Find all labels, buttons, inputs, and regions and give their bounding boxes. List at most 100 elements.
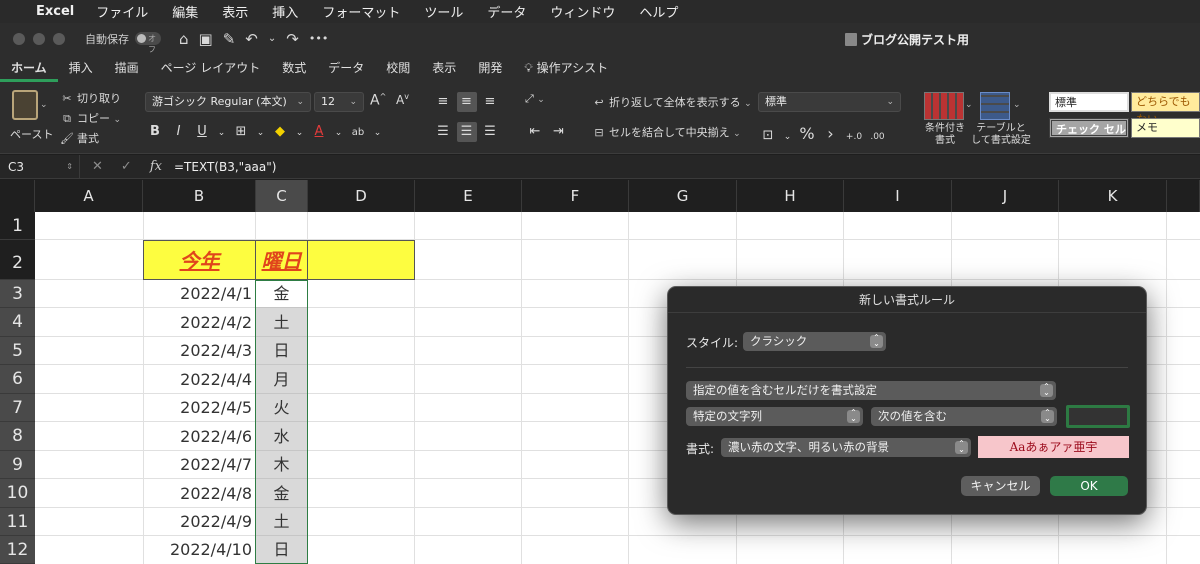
- tab-developer[interactable]: 開発: [467, 54, 513, 82]
- row-header-11[interactable]: 11: [0, 508, 35, 536]
- format-as-table-button[interactable]: テーブルと して書式設定: [970, 123, 1032, 147]
- menu-view[interactable]: 表示: [222, 2, 248, 21]
- style-select[interactable]: クラシック ⌃ ⌄: [743, 332, 886, 351]
- name-box[interactable]: C3 ⇕: [0, 154, 80, 179]
- condition-value-input[interactable]: [1066, 405, 1130, 428]
- phonetic-options-chevron[interactable]: ⌄: [372, 123, 384, 143]
- date-cell[interactable]: 2022/4/5: [143, 394, 255, 422]
- style-neutral[interactable]: どちらでもない: [1131, 92, 1200, 126]
- tab-tell-me[interactable]: 💡︎ 操作アシスト: [513, 54, 619, 82]
- date-cell[interactable]: 2022/4/8: [143, 479, 255, 508]
- column-header-j[interactable]: J: [952, 180, 1059, 212]
- rule-type-select[interactable]: 指定の値を含むセルだけを書式設定 ⌃ ⌄: [686, 381, 1056, 400]
- day-cell[interactable]: 金: [256, 479, 307, 508]
- wrap-text-button[interactable]: ↩ 折り返して全体を表示する ⌄: [592, 94, 751, 110]
- style-memo[interactable]: メモ: [1131, 118, 1200, 138]
- row-header-3[interactable]: 3: [0, 280, 35, 308]
- column-header-h[interactable]: H: [737, 180, 844, 212]
- date-cell[interactable]: 2022/4/7: [143, 451, 255, 479]
- cancel-button[interactable]: キャンセル: [961, 476, 1040, 496]
- format-select[interactable]: 濃い赤の文字、明るい赤の背景 ⌃ ⌄: [721, 438, 971, 457]
- condition-operator-select[interactable]: 次の値を含む ⌃ ⌄: [871, 407, 1057, 426]
- conditional-format-icon[interactable]: [924, 92, 964, 120]
- column-header-b[interactable]: B: [143, 180, 256, 212]
- zoom-window-button[interactable]: [53, 32, 65, 45]
- home-icon[interactable]: ⌂: [179, 30, 189, 48]
- date-cell[interactable]: 2022/4/3: [143, 337, 255, 365]
- align-top-icon[interactable]: ≡: [433, 92, 453, 112]
- chevron-down-icon[interactable]: ⌄: [268, 30, 276, 48]
- cell-c2-header-day[interactable]: 曜日: [255, 240, 308, 280]
- menu-file[interactable]: ファイル: [96, 2, 148, 21]
- align-left-icon[interactable]: ☰: [433, 122, 453, 142]
- paste-options-chevron[interactable]: ⌄: [40, 100, 48, 110]
- style-check-cell[interactable]: チェック セル: [1049, 118, 1129, 138]
- column-header-c[interactable]: C: [256, 180, 308, 212]
- insert-function-icon[interactable]: fx: [150, 159, 162, 174]
- autosave-toggle[interactable]: オフ: [135, 32, 161, 54]
- column-header-g[interactable]: G: [629, 180, 737, 212]
- condition-type-select[interactable]: 特定の文字列 ⌃ ⌄: [686, 407, 863, 426]
- row-header-9[interactable]: 9: [0, 451, 35, 479]
- date-cell[interactable]: 2022/4/1: [143, 280, 255, 308]
- row-header-8[interactable]: 8: [0, 422, 35, 451]
- day-cell[interactable]: 土: [256, 308, 307, 337]
- font-name-select[interactable]: 游ゴシック Regular (本文) ⌄: [145, 92, 311, 112]
- day-cell[interactable]: 土: [256, 508, 307, 536]
- day-cell[interactable]: 日: [256, 536, 307, 564]
- borders-options-chevron[interactable]: ⌄: [255, 123, 267, 143]
- tab-review[interactable]: 校閲: [375, 54, 421, 82]
- font-size-select[interactable]: 12 ⌄: [314, 92, 364, 112]
- day-cell[interactable]: 木: [256, 451, 307, 479]
- percent-style-icon[interactable]: %: [797, 124, 817, 144]
- table-format-icon[interactable]: [980, 92, 1010, 120]
- menu-edit[interactable]: 編集: [172, 2, 198, 21]
- column-header-e[interactable]: E: [415, 180, 522, 212]
- menu-app-name[interactable]: Excel: [36, 4, 74, 19]
- align-middle-icon[interactable]: ≡: [456, 92, 477, 112]
- menu-help[interactable]: ヘルプ: [639, 2, 678, 21]
- underline-button[interactable]: U: [192, 122, 212, 142]
- tab-view[interactable]: 表示: [421, 54, 467, 82]
- row-header-12[interactable]: 12: [0, 536, 35, 564]
- date-cell[interactable]: 2022/4/2: [143, 308, 255, 337]
- underline-options-chevron[interactable]: ⌄: [216, 123, 228, 143]
- column-header-i[interactable]: I: [844, 180, 952, 212]
- comma-style-icon[interactable]: ›: [821, 124, 841, 144]
- day-cell[interactable]: 水: [256, 422, 307, 451]
- decrease-indent-icon[interactable]: ⇤: [525, 122, 545, 142]
- tab-formulas[interactable]: 数式: [271, 54, 317, 82]
- ok-button[interactable]: OK: [1050, 476, 1128, 496]
- more-icon[interactable]: •••: [309, 30, 328, 48]
- save-icon[interactable]: ▣: [199, 30, 213, 48]
- format-painter-button[interactable]: 🖌︎ 書式: [60, 130, 99, 146]
- cancel-entry-icon[interactable]: ✕: [92, 159, 103, 174]
- row-header-10[interactable]: 10: [0, 479, 35, 508]
- menu-tools[interactable]: ツール: [424, 2, 463, 21]
- font-color-options-chevron[interactable]: ⌄: [333, 123, 345, 143]
- minimize-window-button[interactable]: [33, 32, 45, 45]
- style-normal[interactable]: 標準: [1049, 92, 1129, 112]
- confirm-entry-icon[interactable]: ✓: [121, 159, 132, 174]
- cell-d2[interactable]: [307, 240, 415, 280]
- column-header-f[interactable]: F: [522, 180, 629, 212]
- menu-data[interactable]: データ: [487, 2, 526, 21]
- date-cell[interactable]: 2022/4/10: [143, 536, 255, 564]
- date-cell[interactable]: 2022/4/4: [143, 365, 255, 394]
- tab-insert[interactable]: 挿入: [58, 54, 104, 82]
- tab-home[interactable]: ホーム: [0, 54, 58, 82]
- day-cell[interactable]: 日: [256, 337, 307, 365]
- fill-color-icon[interactable]: ◆: [270, 122, 290, 142]
- menu-window[interactable]: ウィンドウ: [550, 2, 615, 21]
- day-cell-active[interactable]: 金: [256, 280, 307, 308]
- merge-center-button[interactable]: ⊟ セルを結合して中央揃え ⌄: [592, 124, 740, 140]
- table-format-chevron[interactable]: ⌄: [1013, 100, 1021, 110]
- menu-insert[interactable]: 挿入: [272, 2, 298, 21]
- day-cell[interactable]: 月: [256, 365, 307, 394]
- row-header-1[interactable]: 1: [0, 212, 35, 240]
- font-color-icon[interactable]: A: [309, 122, 329, 142]
- tab-page-layout[interactable]: ページ レイアウト: [150, 54, 272, 82]
- row-header-4[interactable]: 4: [0, 308, 35, 337]
- column-header-k[interactable]: K: [1059, 180, 1167, 212]
- row-header-2[interactable]: 2: [0, 240, 35, 280]
